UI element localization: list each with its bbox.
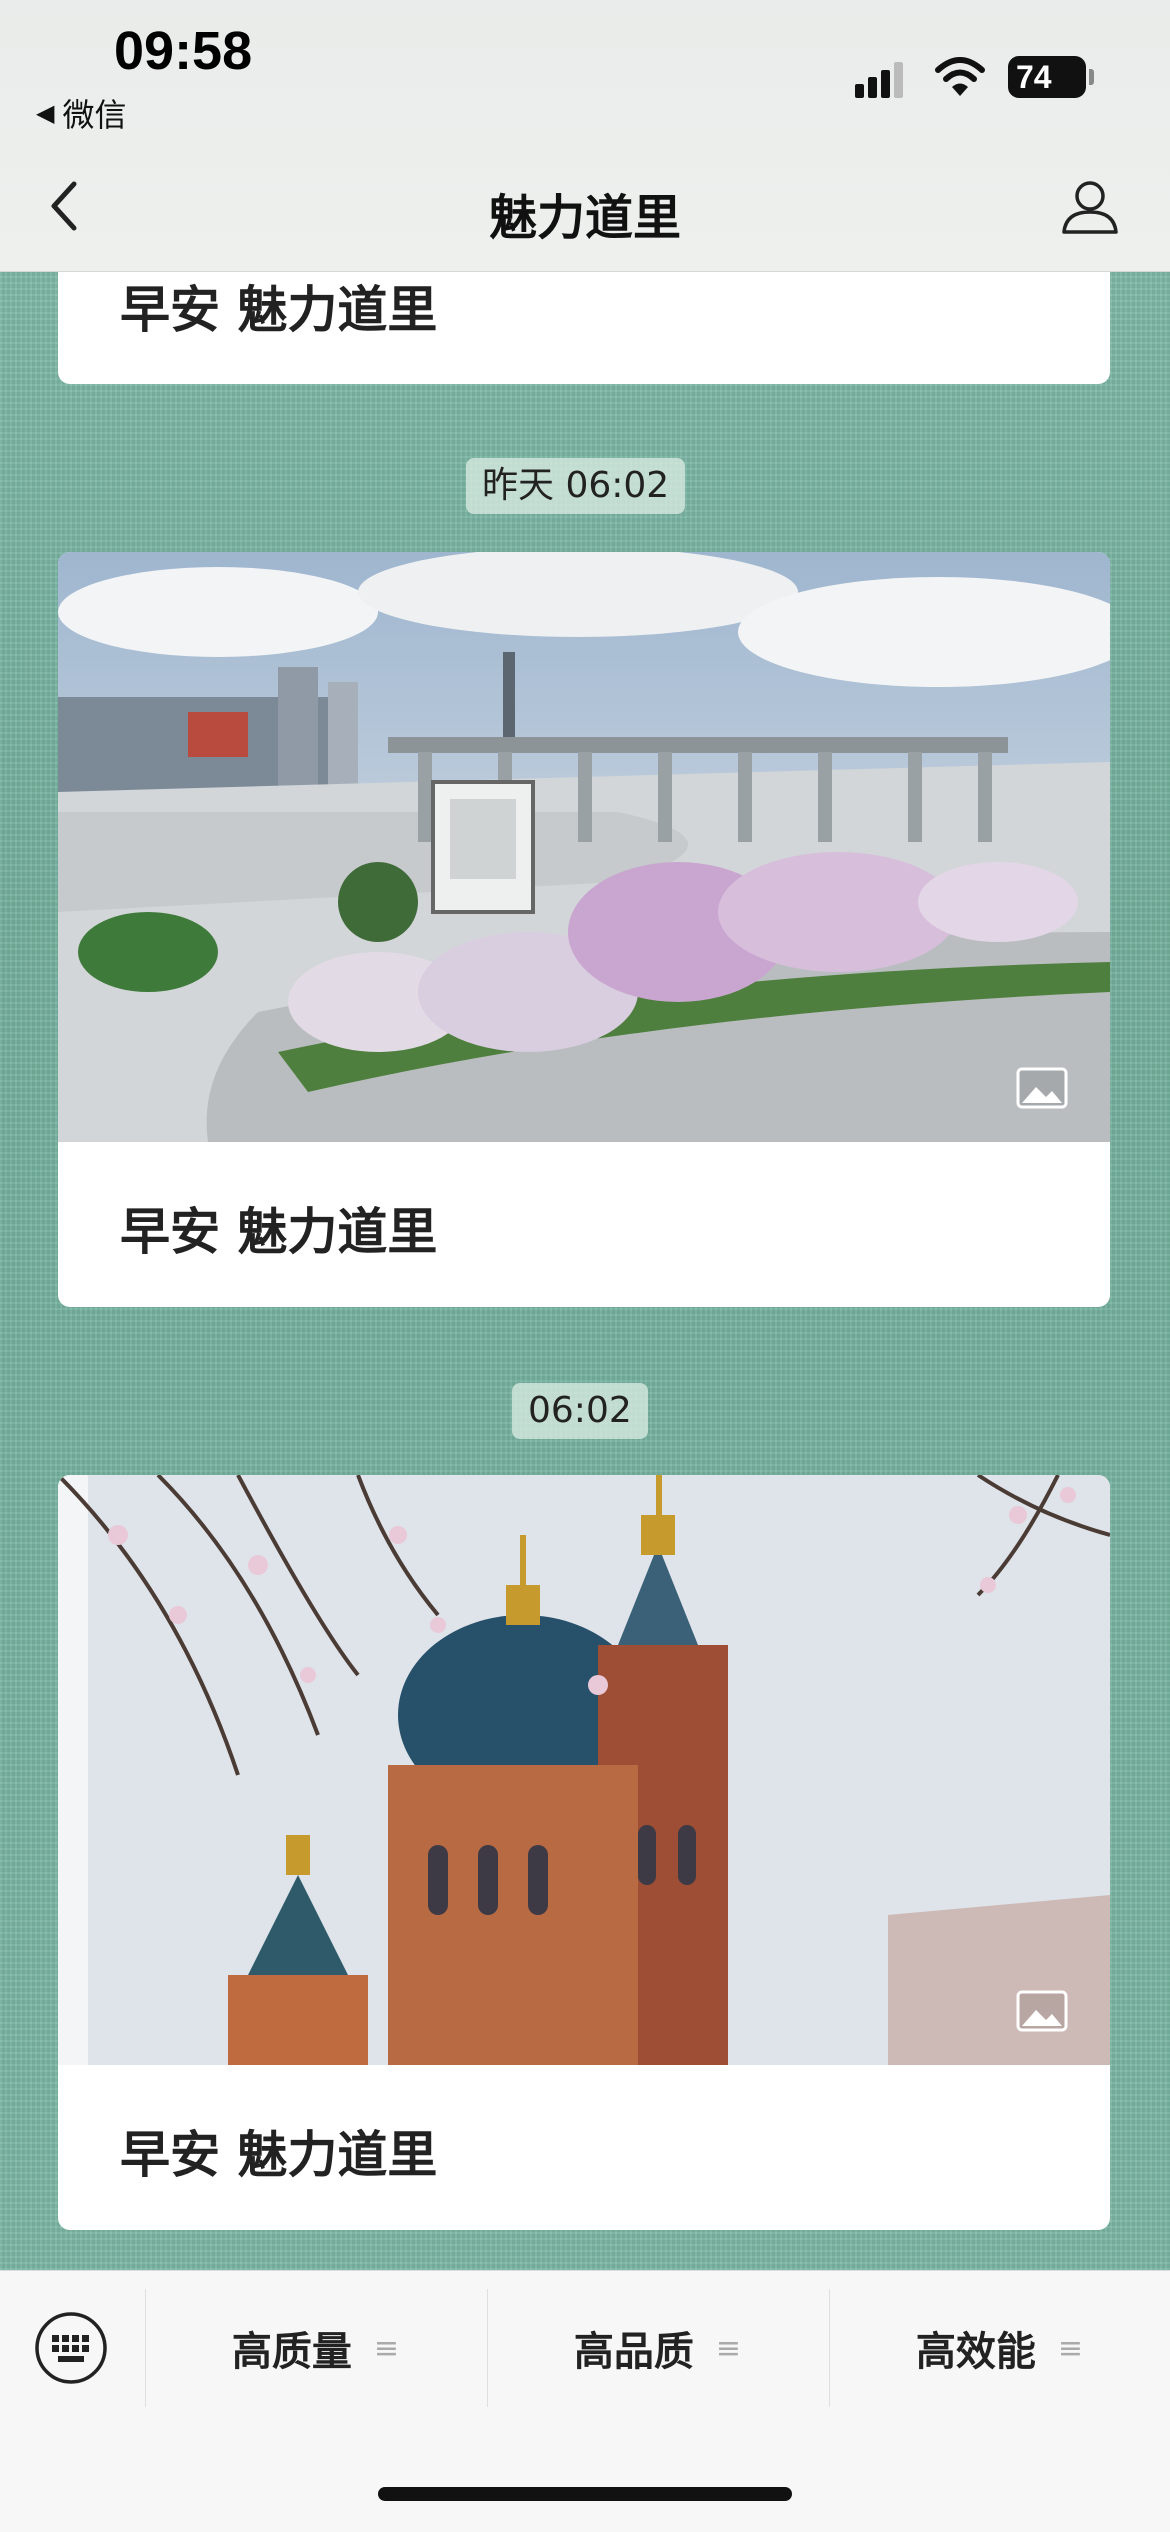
image-icon [1016,1990,1068,2032]
menu-lines-icon: ≡ [373,2330,400,2366]
article-title: 早安 魅力道里 [120,2126,438,2184]
home-indicator[interactable] [378,2487,792,2501]
signal-icon [855,62,903,98]
article-card[interactable]: 早安 魅力道里 [58,1475,1110,2230]
profile-icon[interactable] [1060,176,1120,236]
article-card[interactable]: 早安 魅力道里 [58,552,1110,1307]
back-triangle-icon: ◀ [36,99,55,127]
keyboard-icon[interactable] [34,2311,108,2385]
article-title: 早安 魅力道里 [120,1203,438,1261]
article-title: 早安 魅力道里 [120,281,438,339]
message-timestamp: 昨天 06:02 [466,458,686,514]
menu-item-label: 高质量 [231,2329,352,2375]
menu-item[interactable]: 高质量 ≡ [145,2289,485,2407]
message-timestamp: 06:02 [512,1383,648,1439]
battery-icon: 74 [1008,56,1094,98]
header: 09:58 ◀ 微信 74 魅力道里 [0,0,1170,272]
battery-level: 74 [1016,59,1052,95]
menu-lines-icon: ≡ [715,2330,742,2366]
menu-lines-icon: ≡ [1057,2330,1084,2366]
menu-item-label: 高品质 [573,2329,694,2375]
return-app-label: 微信 [62,96,127,134]
article-cover-image [58,552,1110,1142]
menu-item[interactable]: 高效能 ≡ [829,2289,1169,2407]
menu-item-label: 高效能 [915,2329,1036,2375]
status-time: 09:58 [114,21,253,81]
page-title: 魅力道里 [488,190,681,246]
image-icon [1016,1067,1068,1109]
wifi-icon [935,57,985,96]
article-cover-image [58,1475,1110,2065]
return-to-app[interactable]: ◀ 微信 [36,90,126,136]
menu-item[interactable]: 高品质 ≡ [487,2289,827,2407]
